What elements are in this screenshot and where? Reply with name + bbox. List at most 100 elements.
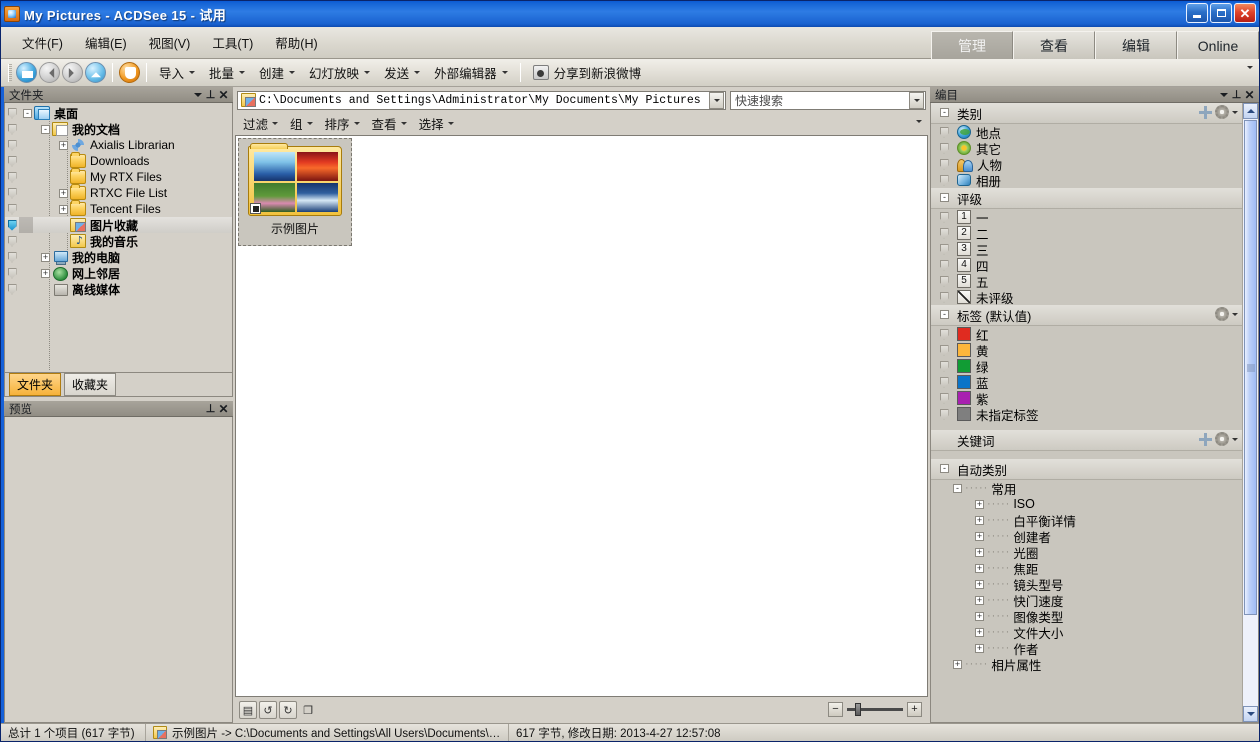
section-header-keywords[interactable]: 关键词 — [931, 430, 1242, 451]
auto-category-item-0[interactable]: - ····· 常用 — [931, 480, 1242, 497]
close-icon[interactable]: ✕ — [1243, 88, 1256, 101]
scroll-down-button[interactable] — [1243, 706, 1258, 722]
tree-item-8[interactable]: 我的音乐 — [5, 233, 232, 249]
gear-icon[interactable] — [1215, 432, 1229, 446]
expand-icon[interactable]: + — [975, 547, 984, 557]
tab-favorites[interactable]: 收藏夹 — [64, 373, 117, 396]
tree-item-2[interactable]: + Axialis Librarian — [5, 137, 232, 153]
catalog-tag-toggle[interactable] — [931, 259, 957, 271]
tab-edit[interactable]: 编辑 — [1095, 31, 1177, 59]
tree-tag-toggle[interactable] — [5, 283, 19, 295]
search-box[interactable]: 快速搜索 — [730, 90, 926, 110]
search-input[interactable]: 快速搜索 — [731, 92, 909, 109]
section-header-ratings[interactable]: - 评级 — [931, 188, 1242, 209]
collapse-icon[interactable]: - — [953, 483, 962, 493]
address-dropdown-button[interactable] — [709, 91, 724, 109]
catalog-tag-toggle[interactable] — [931, 376, 957, 388]
chevron-down-icon[interactable] — [1232, 110, 1238, 117]
toolbar-overflow-button[interactable] — [1247, 66, 1253, 86]
tree-tag-toggle[interactable] — [5, 171, 19, 183]
zoom-out-button[interactable]: − — [828, 702, 843, 717]
rotate-preview-icon[interactable]: ▤ — [239, 701, 257, 719]
add-icon[interactable] — [1198, 105, 1212, 119]
rotate-left-icon[interactable]: ↺ — [259, 701, 277, 719]
pane-menu-button[interactable] — [1217, 88, 1230, 101]
forward-icon[interactable] — [62, 62, 83, 83]
collapse-icon[interactable]: - — [940, 193, 949, 202]
tree-item-6[interactable]: + Tencent Files — [5, 200, 232, 217]
menu-tools[interactable]: 工具(T) — [203, 29, 262, 56]
scroll-up-button[interactable] — [1243, 103, 1258, 119]
catalog-tag-toggle[interactable] — [931, 328, 957, 340]
auto-category-item-3[interactable]: + ····· 创建者 — [931, 528, 1242, 545]
acdsee-orange-icon[interactable] — [119, 62, 140, 83]
pin-icon[interactable]: ⊥ — [204, 88, 217, 101]
catalog-list[interactable]: - 类别 地点 其它 人物 相册 - 评级 1 一 2 二 3 三 4 四 5 五未评级 - 标签 (默认值) 红黄绿蓝… — [931, 103, 1242, 722]
tree-item-9[interactable]: + 我的电脑 — [5, 249, 232, 265]
tree-item-0[interactable]: - 桌面 — [5, 105, 232, 121]
minimize-button[interactable] — [1186, 3, 1208, 23]
tree-tag-toggle[interactable] — [5, 235, 19, 247]
tree-tag-toggle[interactable] — [5, 203, 19, 215]
pane-menu-button[interactable] — [191, 88, 204, 101]
catalog-item-ratings-5[interactable]: 未评级 — [931, 289, 1242, 306]
tree-tag-toggle[interactable] — [5, 123, 19, 135]
import-button[interactable]: 导入 — [152, 60, 202, 85]
tree-item-11[interactable]: 离线媒体 — [5, 281, 232, 297]
scrollbar-thumb[interactable] — [1244, 120, 1257, 615]
slideshow-button[interactable]: 幻灯放映 — [302, 60, 377, 85]
folder-tree[interactable]: - 桌面 - 我的文档 + Axialis Librarian Downloads My RT… — [4, 103, 233, 373]
expand-icon[interactable]: + — [975, 627, 984, 637]
chevron-down-icon[interactable] — [1232, 312, 1238, 319]
tree-item-3[interactable]: Downloads — [5, 152, 232, 169]
catalog-tag-toggle[interactable] — [931, 174, 957, 186]
file-list-area[interactable]: 示例图片 — [235, 135, 928, 697]
menu-view[interactable]: 视图(V) — [140, 29, 200, 56]
catalog-tag-toggle[interactable] — [931, 275, 957, 287]
external-editor-button[interactable]: 外部编辑器 — [427, 60, 515, 85]
catalog-tag-toggle[interactable] — [931, 344, 957, 356]
tab-online[interactable]: Online — [1177, 31, 1259, 59]
batch-button[interactable]: 批量 — [202, 60, 252, 85]
filter-button[interactable]: 过滤 — [237, 111, 284, 136]
up-icon[interactable] — [85, 62, 106, 83]
catalog-tag-toggle[interactable] — [931, 126, 957, 138]
tree-item-1[interactable]: - 我的文档 — [5, 121, 232, 137]
tree-item-5[interactable]: + RTXC File List — [5, 184, 232, 201]
auto-category-item-2[interactable]: + ····· 白平衡详情 — [931, 512, 1242, 529]
tab-view[interactable]: 查看 — [1013, 31, 1095, 59]
expand-icon[interactable]: + — [953, 659, 962, 669]
expand-icon[interactable]: + — [975, 579, 984, 589]
share-weibo-button[interactable]: 分享到新浪微博 — [526, 60, 649, 85]
gear-icon[interactable] — [1215, 105, 1229, 119]
tab-manage[interactable]: 管理 — [931, 31, 1013, 59]
catalog-tag-toggle[interactable] — [931, 243, 957, 255]
tab-folders[interactable]: 文件夹 — [9, 373, 62, 396]
catalog-tag-toggle[interactable] — [931, 291, 957, 303]
auto-category-item-11[interactable]: + ····· 相片属性 — [931, 656, 1242, 673]
expand-icon[interactable]: + — [41, 268, 50, 278]
catalog-tag-toggle[interactable] — [931, 227, 957, 239]
collapse-icon[interactable]: - — [940, 108, 949, 117]
rotate-right-icon[interactable]: ↻ — [279, 701, 297, 719]
zoom-in-button[interactable]: + — [907, 702, 922, 717]
expand-icon[interactable]: + — [59, 204, 68, 214]
catalog-item-categories-3[interactable]: 相册 — [931, 172, 1242, 189]
close-icon[interactable]: ✕ — [217, 402, 230, 415]
tree-item-4[interactable]: My RTX Files — [5, 168, 232, 185]
close-icon[interactable]: ✕ — [217, 88, 230, 101]
select-button[interactable]: 选择 — [413, 111, 460, 136]
maximize-button[interactable] — [1210, 3, 1232, 23]
window-icon[interactable]: ❐ — [299, 701, 317, 719]
zoom-slider-thumb[interactable] — [855, 703, 861, 716]
pin-icon[interactable]: ⊥ — [1230, 88, 1243, 101]
sort-button[interactable]: 排序 — [319, 111, 366, 136]
expand-icon[interactable]: + — [975, 515, 984, 525]
collapse-icon[interactable]: - — [940, 310, 949, 319]
catalog-item-labels-5[interactable]: 未指定标签 — [931, 406, 1242, 423]
menu-edit[interactable]: 编辑(E) — [76, 29, 136, 56]
tree-tag-toggle[interactable] — [5, 187, 19, 199]
address-bar[interactable]: C:\Documents and Settings\Administrator\… — [237, 90, 726, 110]
tree-tag-toggle[interactable] — [5, 107, 19, 119]
search-dropdown-button[interactable] — [909, 91, 924, 109]
